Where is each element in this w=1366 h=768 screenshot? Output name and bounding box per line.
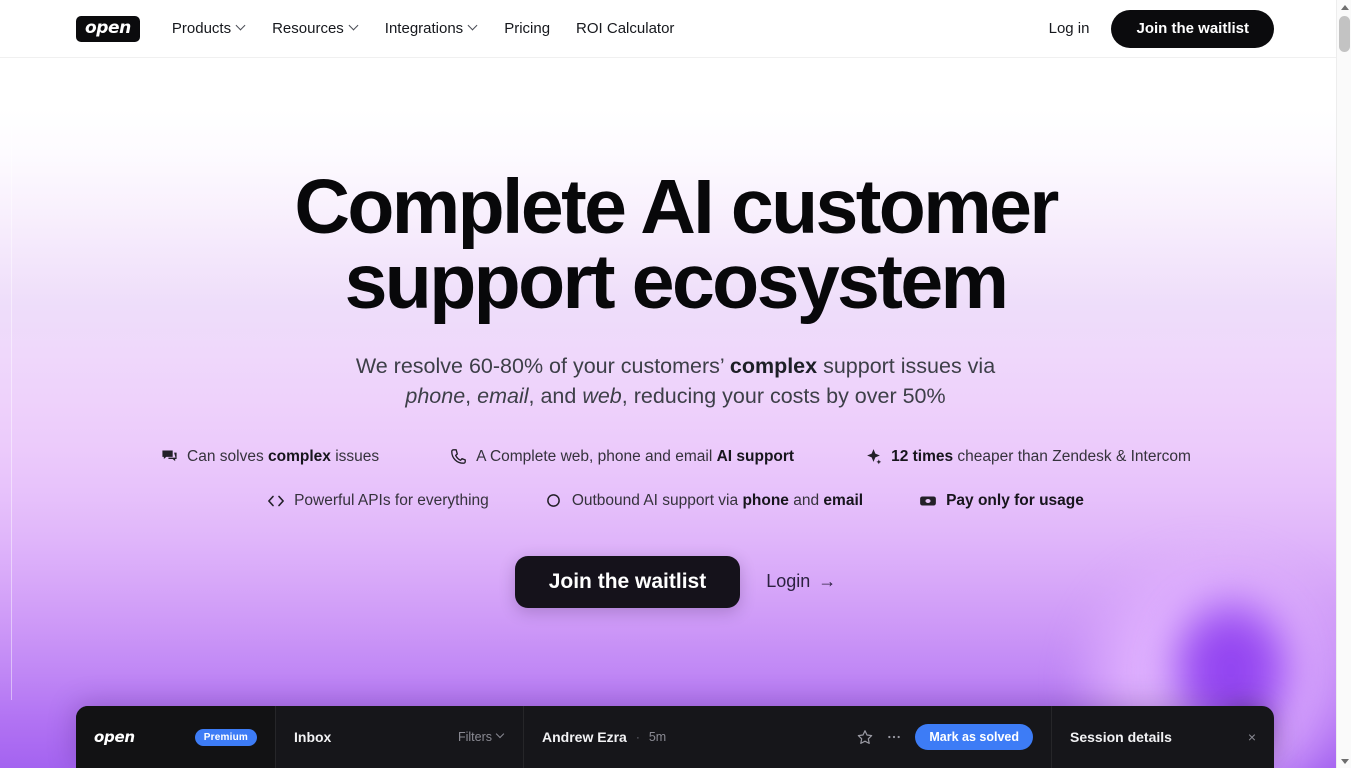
feature-badges: Can solves complex issues A Complete web… [0, 448, 1351, 510]
login-link-label: Login [766, 571, 811, 592]
subheading-italic: email [477, 384, 529, 409]
code-icon [267, 492, 285, 510]
subheading-line-1: We resolve 60-80% of your customers’ com… [0, 351, 1351, 382]
feature-badge-label: 12 times cheaper than Zendesk & Intercom [891, 448, 1191, 466]
nav-right-group: Log in Join the waitlist [1049, 9, 1274, 48]
feature-badge-label: Can solves complex issues [187, 448, 379, 466]
app-brand-logo[interactable]: open [94, 728, 135, 746]
top-navigation-bar: open Products Resources Integrations Pri… [0, 0, 1351, 58]
badge-text: A Complete web, phone and email [476, 447, 717, 465]
star-icon[interactable] [857, 729, 873, 745]
chevron-down-icon [497, 731, 505, 739]
feature-badge-label: Pay only for usage [946, 492, 1084, 510]
subheading-line-2: phone, email, and web, reducing your cos… [0, 381, 1351, 412]
arrow-right-icon: → [818, 571, 837, 592]
subheading-text: , reducing your costs by over 50% [621, 384, 946, 409]
join-waitlist-button-hero[interactable]: Join the waitlist [514, 555, 741, 608]
feature-badge-cheaper: 12 times cheaper than Zendesk & Intercom [864, 448, 1191, 466]
nav-menu: Products Resources Integrations Pricing … [172, 20, 675, 37]
hero-subheading: We resolve 60-80% of your customers’ com… [0, 351, 1351, 412]
mark-as-solved-button[interactable]: Mark as solved [915, 724, 1033, 750]
subheading-italic: phone [405, 384, 466, 409]
phone-icon [449, 448, 467, 466]
headline-line-1: Complete AI customer [294, 164, 1059, 250]
nav-left-group: open Products Resources Integrations Pri… [76, 15, 675, 42]
thread-user-name: Andrew Ezra [542, 729, 627, 745]
badge-text: Outbound AI support via [571, 491, 743, 509]
feature-badge-usage-pricing: Pay only for usage [919, 492, 1084, 510]
chevron-down-icon [237, 22, 246, 31]
thread-separator: · [635, 730, 640, 744]
badge-text: and [788, 491, 824, 509]
feature-badge-label: Powerful APIs for everything [294, 491, 489, 509]
subheading-text: support issues via [817, 353, 996, 378]
inbox-title: Inbox [294, 729, 332, 745]
headline-line-2: support ecosystem [344, 239, 1009, 326]
nav-item-label: Products [171, 20, 232, 37]
nav-item-label: Integrations [384, 20, 464, 37]
app-thread-header: Andrew Ezra · 5m Mark as solved [524, 706, 1052, 768]
scroll-down-arrow-icon[interactable] [1337, 754, 1351, 768]
feature-badge-label: Outbound AI support via phone and email [572, 492, 863, 510]
badge-emphasis: 12 times [891, 447, 954, 465]
feature-badge-complex-issues: Can solves complex issues [160, 448, 379, 466]
badge-text: issues [330, 447, 380, 465]
filters-label: Filters [457, 730, 492, 744]
feature-badge-apis: Powerful APIs for everything [267, 492, 489, 510]
nav-item-products[interactable]: Products [172, 20, 246, 37]
page-title: Complete AI customer support ecosystem [0, 164, 1351, 326]
feature-badge-label: A Complete web, phone and email AI suppo… [476, 448, 794, 466]
thread-actions: Mark as solved [857, 724, 1033, 750]
app-sidebar: open Premium [76, 706, 276, 768]
badge-emphasis: Pay only for usage [946, 491, 1084, 509]
close-icon[interactable]: × [1248, 729, 1256, 745]
feature-badge-row-2: Powerful APIs for everything Outbound AI… [0, 492, 1351, 510]
nav-item-integrations[interactable]: Integrations [385, 20, 478, 37]
circle-icon [545, 492, 563, 510]
badge-emphasis: complex [268, 447, 331, 465]
scrollbar-thumb[interactable] [1339, 16, 1350, 52]
more-horizontal-icon[interactable] [886, 729, 902, 745]
nav-item-roi-calculator[interactable]: ROI Calculator [576, 20, 674, 37]
session-details-title: Session details [1070, 729, 1172, 745]
login-link[interactable]: Log in [1049, 20, 1090, 37]
hero-section: Complete AI customer support ecosystem W… [0, 58, 1351, 608]
app-inbox-column: Inbox Filters [276, 706, 524, 768]
badge-emphasis: AI support [716, 447, 795, 465]
feature-badge-row-1: Can solves complex issues A Complete web… [0, 448, 1351, 466]
card-icon [919, 492, 937, 510]
chat-bubble-icon [160, 448, 178, 466]
page-scrollbar[interactable] [1336, 0, 1351, 768]
subheading-text: , [465, 384, 478, 409]
hero-cta-group: Join the waitlist Login → [0, 555, 1351, 608]
badge-emphasis: email [823, 491, 864, 509]
sparkle-icon [864, 448, 882, 466]
subheading-text: We resolve 60-80% of your customers’ [355, 353, 730, 378]
nav-item-label: Pricing [504, 20, 551, 37]
subheading-text: , and [528, 384, 583, 409]
subheading-emphasis: complex [729, 353, 818, 378]
page-root: open Products Resources Integrations Pri… [0, 0, 1351, 768]
premium-badge: Premium [194, 728, 257, 746]
chevron-down-icon [469, 22, 478, 31]
feature-badge-ai-support: A Complete web, phone and email AI suppo… [449, 448, 794, 466]
join-waitlist-button-nav[interactable]: Join the waitlist [1111, 9, 1274, 48]
brand-logo[interactable]: open [76, 15, 140, 42]
nav-item-label: ROI Calculator [576, 20, 675, 37]
chevron-down-icon [350, 22, 359, 31]
nav-item-label: Resources [272, 20, 344, 37]
filters-dropdown[interactable]: Filters [458, 730, 505, 744]
nav-item-resources[interactable]: Resources [272, 20, 359, 37]
app-session-column: Session details × [1052, 706, 1274, 768]
nav-item-pricing[interactable]: Pricing [504, 20, 550, 37]
scroll-up-arrow-icon[interactable] [1337, 0, 1351, 14]
badge-text: cheaper than Zendesk & Intercom [953, 447, 1191, 465]
badge-text: Can solves [187, 447, 269, 465]
subheading-italic: web [582, 384, 622, 409]
badge-emphasis: phone [742, 491, 789, 509]
login-link-hero[interactable]: Login → [766, 571, 836, 592]
thread-timestamp: 5m [648, 730, 667, 744]
feature-badge-outbound: Outbound AI support via phone and email [545, 492, 863, 510]
app-preview-panel: open Premium Inbox Filters Andrew Ezra ·… [76, 706, 1274, 768]
